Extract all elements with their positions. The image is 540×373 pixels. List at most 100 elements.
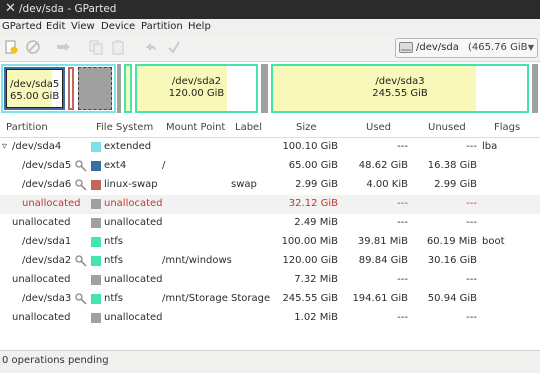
map-partition-sda6[interactable] bbox=[68, 67, 74, 110]
cell-size: 7.32 MiB bbox=[294, 274, 338, 285]
delete-icon[interactable] bbox=[25, 39, 41, 55]
cell-used: --- bbox=[397, 141, 408, 152]
key-icon bbox=[75, 160, 87, 172]
map-unallocated-1[interactable] bbox=[78, 67, 112, 110]
undo-icon[interactable] bbox=[143, 39, 159, 55]
cell-used: 4.00 KiB bbox=[366, 179, 408, 190]
key-icon bbox=[75, 179, 87, 191]
cell-size: 65.00 GiB bbox=[288, 160, 338, 171]
menu-edit[interactable]: Edit bbox=[46, 21, 65, 32]
chevron-down-icon: ▼ bbox=[527, 43, 534, 52]
table-row[interactable]: /dev/sda2 ntfs /mnt/windows 120.00 GiB 8… bbox=[0, 252, 540, 271]
table-row[interactable]: /dev/sda1 ntfs 100.00 MiB 39.81 MiB 60.1… bbox=[0, 233, 540, 252]
cell-unused: --- bbox=[466, 198, 477, 209]
copy-icon[interactable] bbox=[88, 39, 104, 55]
table-row[interactable]: unallocated unallocated 7.32 MiB --- --- bbox=[0, 271, 540, 290]
cell-mount: / bbox=[162, 160, 166, 171]
cell-size: 120.00 GiB bbox=[282, 255, 338, 266]
fs-color-swatch bbox=[91, 142, 101, 152]
hard-disk-icon bbox=[399, 42, 413, 53]
key-icon bbox=[75, 293, 87, 305]
cell-fs: linux-swap bbox=[104, 179, 158, 190]
fs-color-swatch bbox=[91, 256, 101, 266]
cell-partition: /dev/sda4 bbox=[12, 141, 62, 152]
map-partition-sda3[interactable]: /dev/sda3 245.55 GiB bbox=[271, 64, 529, 113]
cell-unused: 60.19 MiB bbox=[426, 236, 477, 247]
cell-label: swap bbox=[231, 179, 257, 190]
col-used[interactable]: Used bbox=[366, 122, 391, 133]
new-partition-icon[interactable] bbox=[3, 39, 19, 55]
menu-partition[interactable]: Partition bbox=[141, 21, 183, 32]
cell-size: 1.02 MiB bbox=[294, 312, 338, 323]
table-row[interactable]: unallocated unallocated 2.49 MiB --- --- bbox=[0, 214, 540, 233]
paste-icon[interactable] bbox=[110, 39, 126, 55]
cell-flags: lba bbox=[482, 141, 498, 152]
resize-move-icon[interactable] bbox=[55, 39, 71, 55]
table-row[interactable]: unallocated unallocated 1.02 MiB --- --- bbox=[0, 309, 540, 328]
table-row[interactable]: /dev/sda3 ntfs /mnt/Storage Storage 245.… bbox=[0, 290, 540, 309]
map-unallocated-4[interactable] bbox=[532, 64, 538, 113]
cell-unused: 30.16 GiB bbox=[427, 255, 477, 266]
cell-size: 100.00 MiB bbox=[281, 236, 338, 247]
menu-device[interactable]: Device bbox=[101, 21, 135, 32]
col-label[interactable]: Label bbox=[235, 122, 262, 133]
menu-gparted[interactable]: GParted bbox=[2, 21, 42, 32]
col-flags[interactable]: Flags bbox=[494, 122, 520, 133]
table-row[interactable]: /dev/sda6 linux-swap swap 2.99 GiB 4.00 … bbox=[0, 176, 540, 195]
col-mount-point[interactable]: Mount Point bbox=[166, 122, 225, 133]
table-row-selected[interactable]: unallocated unallocated 32.12 GiB --- --… bbox=[0, 195, 540, 214]
cell-unused: 50.94 GiB bbox=[427, 293, 477, 304]
cell-size: 2.99 GiB bbox=[295, 179, 338, 190]
table-row[interactable]: /dev/sda5 ext4 / 65.00 GiB 48.62 GiB 16.… bbox=[0, 157, 540, 176]
map-partition-sda1[interactable] bbox=[124, 64, 132, 113]
tree-toggle-icon[interactable]: ▿ bbox=[2, 141, 7, 152]
table-row[interactable]: ▿ /dev/sda4 extended 100.10 GiB --- --- … bbox=[0, 138, 540, 157]
cell-partition: /dev/sda2 bbox=[22, 255, 72, 266]
menu-help[interactable]: Help bbox=[188, 21, 211, 32]
cell-used: --- bbox=[397, 274, 408, 285]
cell-partition: unallocated bbox=[12, 274, 71, 285]
col-size[interactable]: Size bbox=[296, 122, 317, 133]
cell-size: 2.49 MiB bbox=[294, 217, 338, 228]
cell-flags: boot bbox=[482, 236, 505, 247]
col-partition[interactable]: Partition bbox=[6, 122, 48, 133]
map-unallocated-3[interactable] bbox=[261, 64, 268, 113]
cell-partition: unallocated bbox=[12, 312, 71, 323]
device-selector[interactable]: /dev/sda (465.76 GiB ▼ bbox=[395, 38, 538, 58]
cell-unused: --- bbox=[466, 141, 477, 152]
cell-unused: --- bbox=[466, 217, 477, 228]
cell-unused: 16.38 GiB bbox=[427, 160, 477, 171]
map-partition-sda5[interactable]: /dev/sda5 65.00 GiB bbox=[4, 67, 65, 110]
fs-color-swatch bbox=[91, 218, 101, 228]
map-sda3-size: 245.55 GiB bbox=[372, 88, 428, 99]
cell-used: 48.62 GiB bbox=[358, 160, 408, 171]
map-partition-sda2[interactable]: /dev/sda2 120.00 GiB bbox=[135, 64, 258, 113]
fs-color-swatch bbox=[91, 237, 101, 247]
cell-used: --- bbox=[397, 312, 408, 323]
cell-unused: --- bbox=[466, 274, 477, 285]
disk-map: /dev/sda5 65.00 GiB /dev/sda2 120.00 GiB… bbox=[0, 62, 540, 115]
cell-used: --- bbox=[397, 198, 408, 209]
map-unallocated-2[interactable] bbox=[117, 64, 121, 113]
partition-list-header: Partition File System Mount Point Label … bbox=[0, 118, 540, 138]
cell-fs: unallocated bbox=[104, 217, 163, 228]
cell-mount: /mnt/Storage bbox=[162, 293, 228, 304]
fs-color-swatch bbox=[91, 294, 101, 304]
cell-partition: /dev/sda1 bbox=[22, 236, 72, 247]
cell-used: 89.84 GiB bbox=[358, 255, 408, 266]
map-sda2-size: 120.00 GiB bbox=[168, 88, 225, 99]
cell-size: 32.12 GiB bbox=[288, 198, 338, 209]
status-bar: 0 operations pending bbox=[0, 350, 540, 373]
cell-fs: ntfs bbox=[104, 255, 123, 266]
close-icon[interactable]: ✕ bbox=[5, 1, 16, 17]
col-unused[interactable]: Unused bbox=[428, 122, 466, 133]
menu-view[interactable]: View bbox=[71, 21, 95, 32]
cell-fs: unallocated bbox=[104, 274, 163, 285]
fs-color-swatch bbox=[91, 275, 101, 285]
fs-color-swatch bbox=[91, 161, 101, 171]
window-title: /dev/sda - GParted bbox=[19, 3, 117, 15]
fs-color-swatch bbox=[91, 180, 101, 190]
map-sda2-name: /dev/sda2 bbox=[171, 76, 222, 87]
col-file-system[interactable]: File System bbox=[96, 122, 153, 133]
apply-icon[interactable] bbox=[166, 39, 182, 55]
